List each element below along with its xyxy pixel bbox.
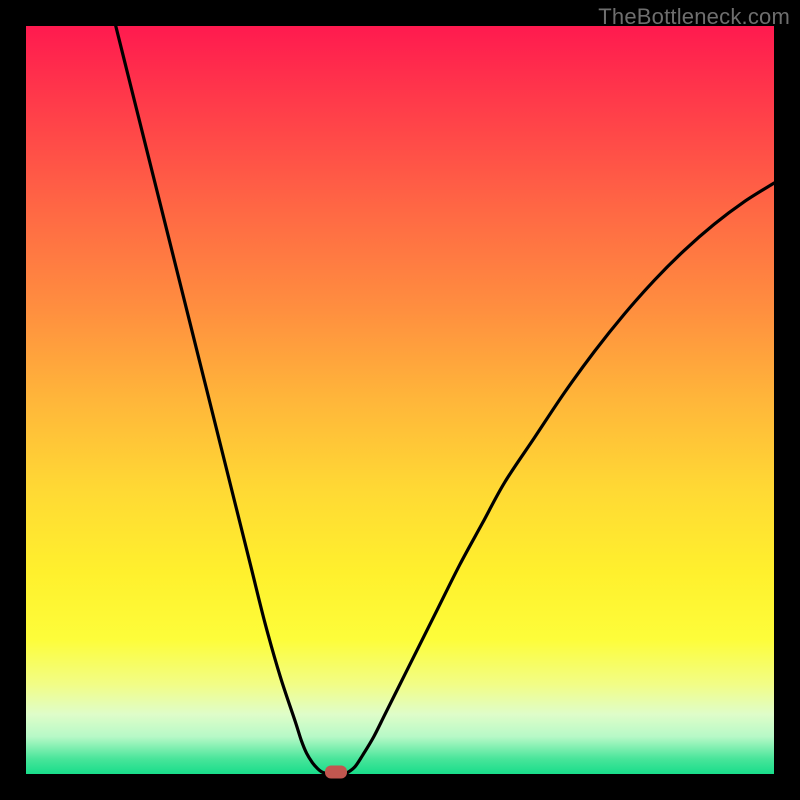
chart-frame bbox=[26, 26, 774, 774]
bottleneck-curve bbox=[26, 26, 774, 774]
watermark-text: TheBottleneck.com bbox=[598, 4, 790, 30]
optimal-marker bbox=[325, 765, 347, 778]
